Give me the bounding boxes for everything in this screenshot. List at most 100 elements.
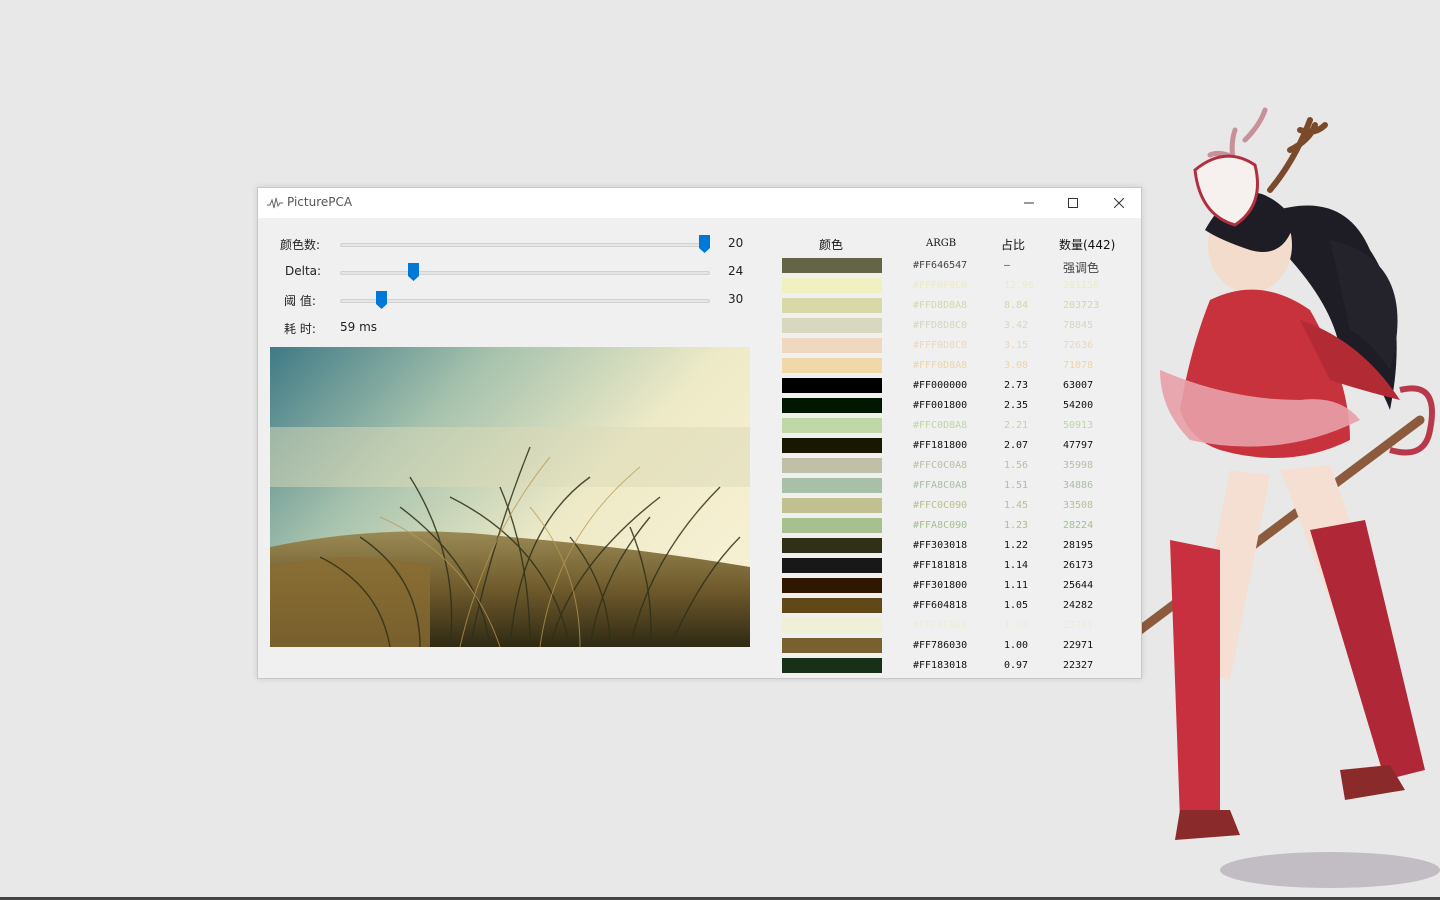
elapsed-label: 耗 时: <box>284 322 316 336</box>
argb-value: #FF646547 <box>913 260 968 271</box>
elapsed-value: 59 ms <box>340 320 378 334</box>
color-swatch <box>782 458 882 473</box>
slider-track <box>340 299 710 303</box>
ratio-value: 0.97 <box>1004 660 1029 671</box>
delta-label: Delta: <box>285 264 322 278</box>
header-count: 数量(442) <box>1059 238 1116 252</box>
ratio-value: 2.73 <box>1004 380 1029 391</box>
argb-value: #FF786030 <box>913 640 968 651</box>
argb-value: #FF183018 <box>913 660 968 671</box>
slider-thumb[interactable] <box>408 263 420 281</box>
color-swatch <box>782 398 882 413</box>
count-value: 25644 <box>1063 580 1094 591</box>
color-swatch <box>782 298 882 313</box>
threshold-slider[interactable] <box>340 291 710 309</box>
count-value: 28224 <box>1063 520 1094 531</box>
source-image <box>270 347 750 647</box>
argb-value: #FFC0D8A8 <box>913 420 968 431</box>
ratio-value: 1.45 <box>1004 500 1029 511</box>
count-value: 78845 <box>1063 320 1094 331</box>
ratio-value: 1.11 <box>1004 580 1029 591</box>
argb-value: #FF301800 <box>913 580 968 591</box>
color-swatch <box>782 358 882 373</box>
argb-value: #FFC0C0A8 <box>913 460 968 471</box>
slider-thumb[interactable] <box>699 235 710 253</box>
threshold-label: 阈 值: <box>284 294 316 308</box>
count-value: 50913 <box>1063 420 1094 431</box>
argb-value: #FF181818 <box>913 560 968 571</box>
slider-track <box>340 271 710 275</box>
color-swatch <box>782 598 882 613</box>
argb-value: #FF181800 <box>913 440 968 451</box>
count-value: 47797 <box>1063 440 1094 451</box>
slider-thumb[interactable] <box>375 291 387 309</box>
argb-value: #FF303018 <box>913 540 968 551</box>
color-swatch <box>782 618 882 633</box>
argb-value: #FF000000 <box>913 380 968 391</box>
argb-value: #FFF0D8C0 <box>913 340 968 351</box>
ratio-value: 1.05 <box>1004 600 1029 611</box>
count-value: 34886 <box>1063 480 1094 491</box>
main-window: PicturePCA 颜色数: 20 Delta: 24 阈 值: 30 耗 时… <box>257 187 1142 679</box>
ratio-value: 1.14 <box>1004 560 1029 571</box>
count-value: 22327 <box>1063 660 1094 671</box>
color-swatch <box>782 278 882 293</box>
color-count-value: 20 <box>728 236 744 250</box>
ratio-value: 3.15 <box>1004 340 1029 351</box>
color-swatch <box>782 318 882 333</box>
color-swatch <box>782 518 882 533</box>
argb-value: #FFD8D8C0 <box>913 320 968 331</box>
color-swatch <box>782 438 882 453</box>
close-icon <box>1114 198 1124 208</box>
argb-value: #FFC0C090 <box>913 500 968 511</box>
argb-value: #FFA8C0A8 <box>913 480 968 491</box>
header-ratio: 占比 <box>1001 238 1026 252</box>
color-swatch <box>782 478 882 493</box>
color-swatch <box>782 538 882 553</box>
title-bar[interactable]: PicturePCA <box>258 188 1141 218</box>
ratio-value: 2.21 <box>1004 420 1029 431</box>
color-swatch <box>782 638 882 653</box>
delta-slider[interactable] <box>340 263 710 281</box>
maximize-icon <box>1068 198 1078 208</box>
count-value: 强调色 <box>1063 261 1100 275</box>
color-count-slider[interactable] <box>340 235 710 253</box>
ratio-value: 3.08 <box>1004 360 1029 371</box>
slider-track <box>340 243 710 247</box>
color-swatch <box>782 338 882 353</box>
count-value: 23741 <box>1063 620 1094 631</box>
ratio-value: 1.23 <box>1004 520 1029 531</box>
wallpaper-illustration <box>1135 107 1440 888</box>
count-value: 203723 <box>1063 300 1100 311</box>
argb-value: #FF001800 <box>913 400 968 411</box>
argb-value: #FFF0D8A8 <box>913 360 968 371</box>
ratio-value: 12.96 <box>1004 280 1035 291</box>
count-value: 24282 <box>1063 600 1094 611</box>
color-swatch <box>782 498 882 513</box>
header-argb: ARGB <box>926 238 957 249</box>
argb-value: #FFA8C090 <box>913 520 968 531</box>
count-value: 33508 <box>1063 500 1094 511</box>
ratio-value: 1.51 <box>1004 480 1029 491</box>
ratio-value: 8.84 <box>1004 300 1029 311</box>
delta-value: 24 <box>728 264 744 278</box>
window-title: PicturePCA <box>287 195 353 209</box>
argb-value: #FFD8D8A8 <box>913 300 968 311</box>
maximize-button[interactable] <box>1050 188 1096 218</box>
ratio-value: 1.03 <box>1004 620 1029 631</box>
ratio-value: – <box>1004 260 1011 271</box>
ratio-value: 1.22 <box>1004 540 1029 551</box>
count-value: 26173 <box>1063 560 1094 571</box>
count-value: 35998 <box>1063 460 1094 471</box>
color-count-label: 颜色数: <box>280 238 321 252</box>
count-value: 63007 <box>1063 380 1094 391</box>
ratio-value: 2.07 <box>1004 440 1029 451</box>
header-color: 颜色 <box>819 238 844 252</box>
ratio-value: 1.56 <box>1004 460 1029 471</box>
threshold-value: 30 <box>728 292 744 306</box>
color-swatch <box>782 378 882 393</box>
close-button[interactable] <box>1096 188 1142 218</box>
color-swatch <box>782 258 882 273</box>
color-swatch <box>782 578 882 593</box>
minimize-button[interactable] <box>1006 188 1052 218</box>
